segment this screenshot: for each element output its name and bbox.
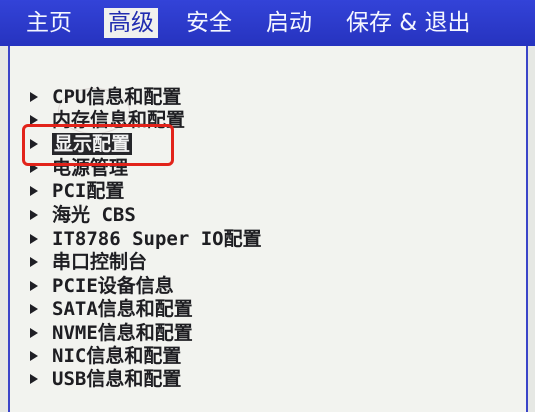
bios-tab-bar: 主页 高级 安全 启动 保存 & 退出 bbox=[0, 0, 535, 46]
menu-item-hygon-cbs[interactable]: 海光 CBS bbox=[30, 204, 136, 227]
arrow-right-icon bbox=[30, 327, 38, 338]
menu-item-cpu[interactable]: CPU信息和配置 bbox=[30, 86, 181, 109]
arrow-right-icon bbox=[30, 350, 38, 361]
menu-item-usb[interactable]: USB信息和配置 bbox=[30, 368, 181, 391]
arrow-right-icon bbox=[30, 209, 38, 220]
arrow-right-icon bbox=[30, 256, 38, 267]
tab-advanced[interactable]: 高级 bbox=[104, 8, 158, 38]
annotation-highlight-box bbox=[22, 124, 174, 166]
menu-item-label: CPU信息和配置 bbox=[52, 86, 182, 108]
arrow-right-icon bbox=[30, 233, 38, 244]
menu-item-label: 串口控制台 bbox=[52, 251, 148, 273]
tab-main[interactable]: 主页 bbox=[26, 8, 72, 38]
menu-item-label: 海光 CBS bbox=[52, 204, 136, 226]
menu-item-label: USB信息和配置 bbox=[52, 368, 182, 390]
menu-item-label: PCIE设备信息 bbox=[52, 275, 174, 297]
menu-item-label: NIC信息和配置 bbox=[52, 345, 182, 367]
menu-item-label: NVME信息和配置 bbox=[52, 322, 193, 344]
advanced-menu-panel: CPU信息和配置 内存信息和配置 显示配置 电源管理 PCI配置 海光 CBS … bbox=[8, 46, 528, 412]
arrow-right-icon bbox=[30, 185, 38, 196]
arrow-right-icon bbox=[30, 280, 38, 291]
arrow-right-icon bbox=[30, 303, 38, 314]
menu-item-sata[interactable]: SATA信息和配置 bbox=[30, 298, 193, 321]
arrow-right-icon bbox=[30, 373, 38, 384]
menu-item-pci[interactable]: PCI配置 bbox=[30, 180, 124, 203]
menu-item-serial-console[interactable]: 串口控制台 bbox=[30, 251, 147, 274]
menu-item-nic[interactable]: NIC信息和配置 bbox=[30, 345, 181, 368]
tab-security[interactable]: 安全 bbox=[186, 8, 232, 38]
menu-item-superio[interactable]: IT8786 Super IO配置 bbox=[30, 228, 262, 251]
menu-item-pcie-devices[interactable]: PCIE设备信息 bbox=[30, 275, 174, 298]
menu-item-nvme[interactable]: NVME信息和配置 bbox=[30, 322, 193, 345]
tab-boot[interactable]: 启动 bbox=[266, 8, 312, 38]
menu-item-label: PCI配置 bbox=[52, 180, 125, 202]
tab-save-exit[interactable]: 保存 & 退出 bbox=[346, 8, 471, 38]
menu-item-label: SATA信息和配置 bbox=[52, 298, 193, 320]
arrow-right-icon bbox=[30, 91, 38, 102]
arrow-right-icon bbox=[30, 114, 38, 125]
menu-item-label: IT8786 Super IO配置 bbox=[52, 228, 262, 250]
